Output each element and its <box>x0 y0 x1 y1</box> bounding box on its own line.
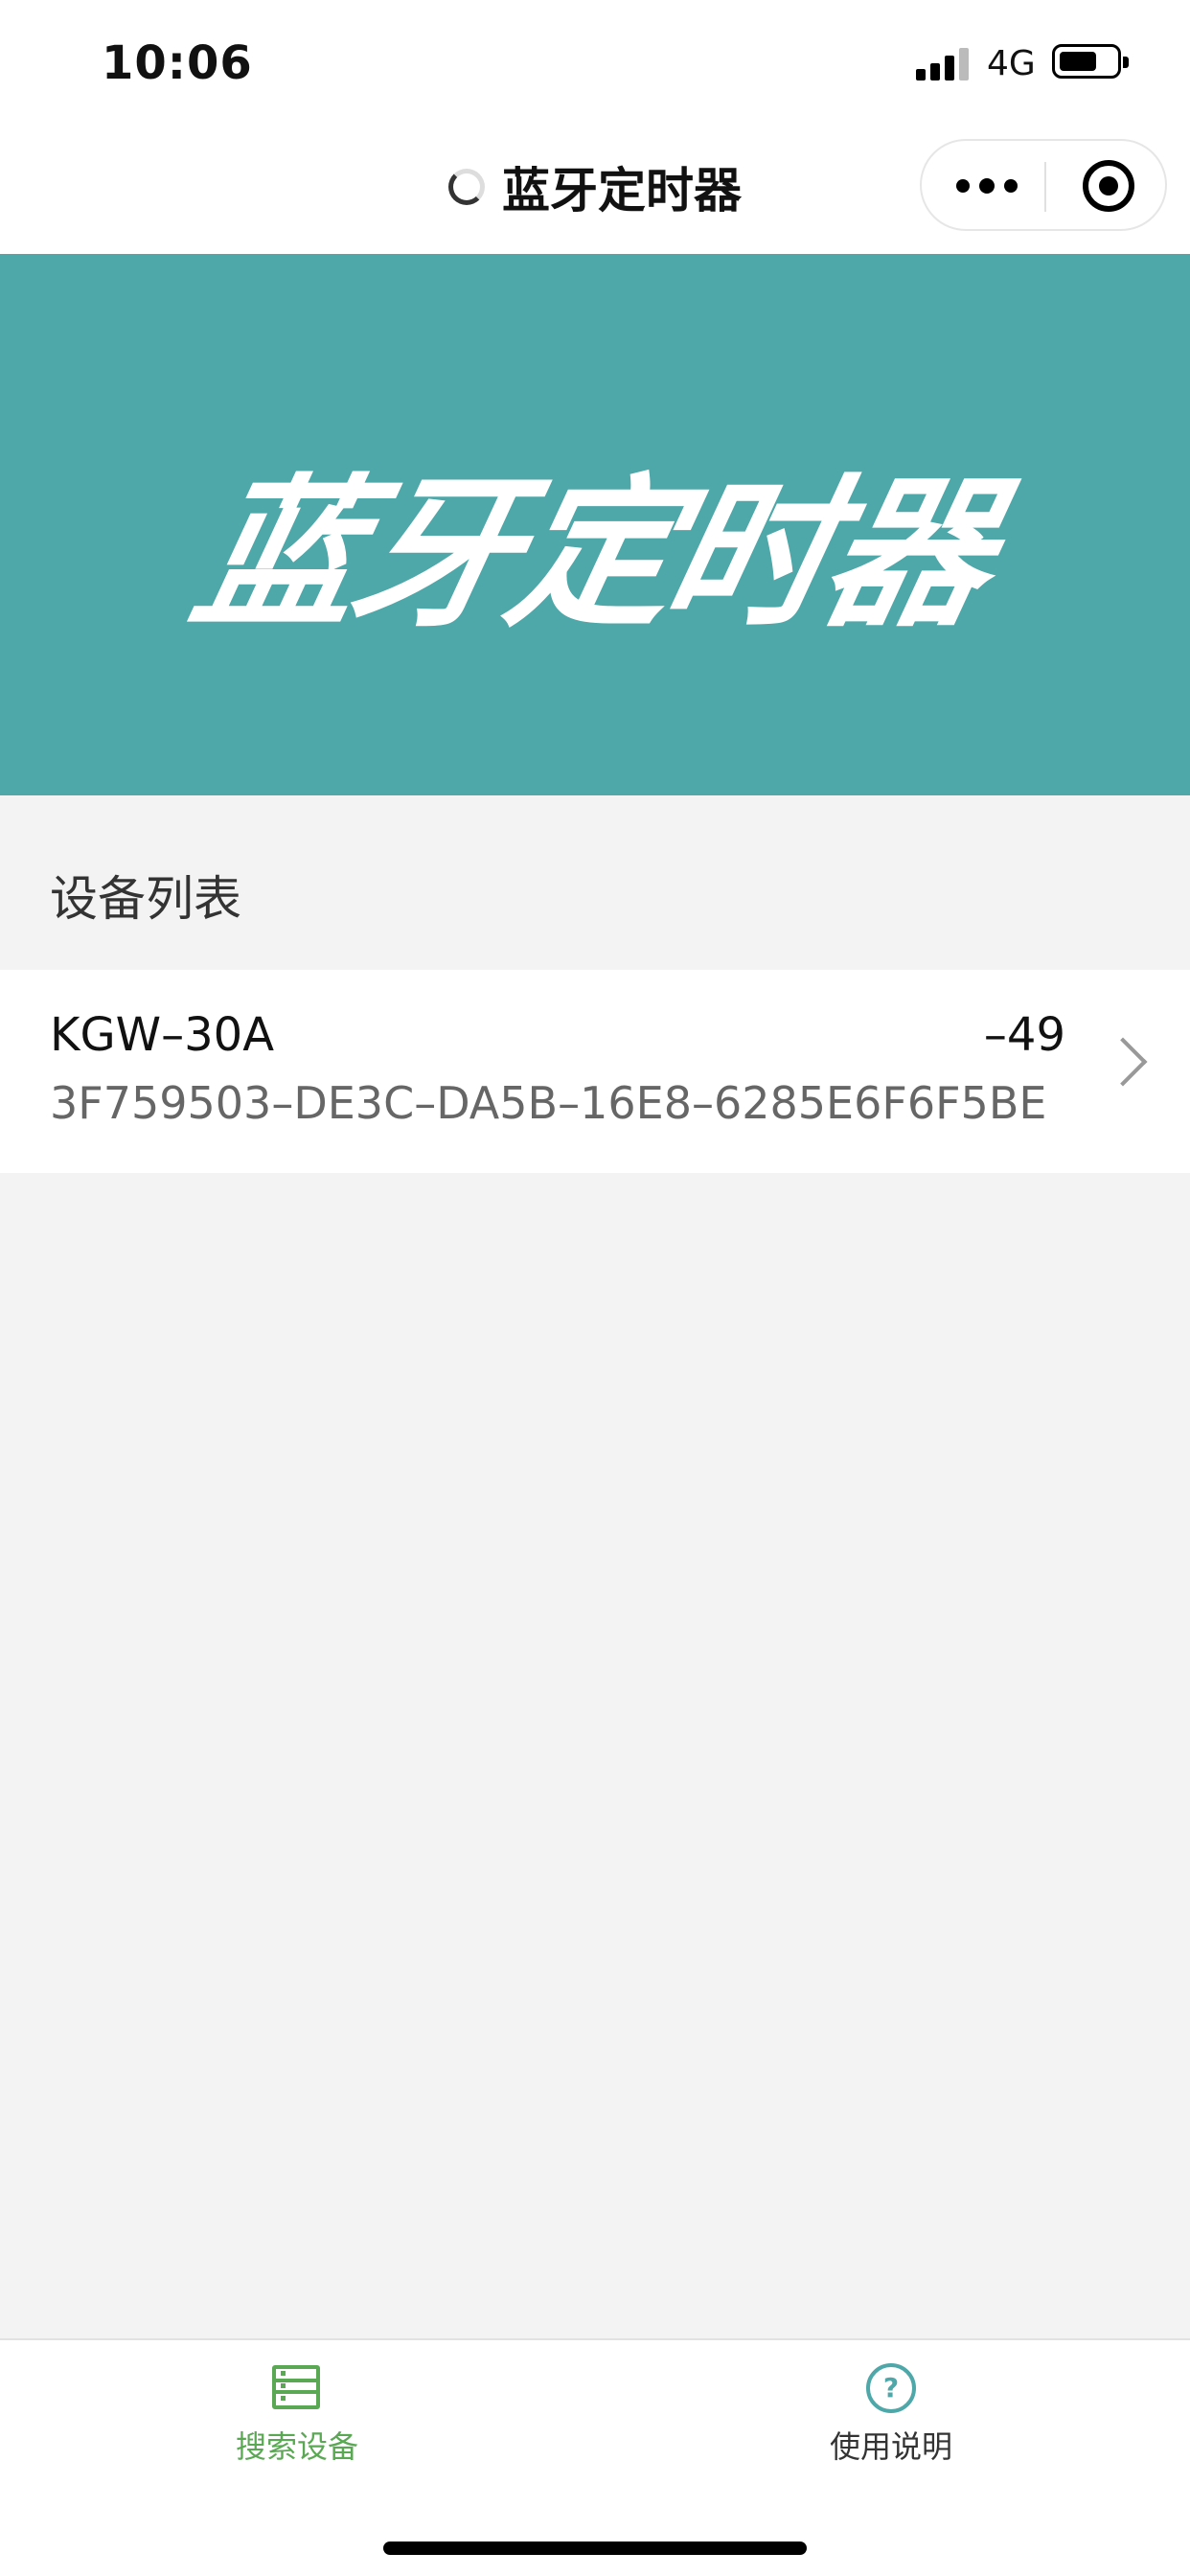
network-type: 4G <box>987 44 1036 83</box>
tab-search-devices[interactable]: 搜索设备 <box>153 2363 441 2467</box>
status-bar: 10:06 4G <box>0 0 1190 129</box>
banner-logo-text: 蓝牙定时器 <box>178 460 1005 650</box>
mini-program-capsule <box>920 139 1167 231</box>
home-indicator <box>383 2542 807 2555</box>
tab-instructions[interactable]: ? 使用说明 <box>747 2363 1035 2467</box>
more-dots-icon[interactable] <box>956 170 1023 204</box>
page-title: 蓝牙定时器 <box>502 163 742 218</box>
chevron-right-icon <box>1098 1037 1148 1087</box>
tab-instructions-label: 使用说明 <box>829 2428 952 2465</box>
device-name: KGW–30A <box>50 1008 275 1062</box>
target-close-icon[interactable] <box>1083 160 1134 212</box>
device-uuid: 3F759503–DE3C–DA5B–16E8–6285E6F6F5BE <box>50 1077 1047 1129</box>
spinner-icon <box>448 169 485 205</box>
nav-bar: 蓝牙定时器 <box>0 129 1190 254</box>
capsule-divider <box>1044 162 1046 212</box>
device-rssi: –49 <box>983 1008 1065 1062</box>
section-title: 设备列表 <box>50 871 241 927</box>
status-time: 10:06 <box>102 36 253 90</box>
hero-banner: 蓝牙定时器 <box>0 254 1190 795</box>
signal-bars-icon <box>916 48 970 80</box>
tab-search-label: 搜索设备 <box>235 2428 358 2465</box>
battery-icon <box>1052 44 1129 79</box>
help-circle-icon: ? <box>866 2363 916 2413</box>
device-list-item[interactable]: KGW–30A –49 3F759503–DE3C–DA5B–16E8–6285… <box>0 970 1190 1173</box>
tab-bar: 搜索设备 ? 使用说明 <box>0 2338 1190 2576</box>
device-list-icon <box>272 2365 320 2409</box>
